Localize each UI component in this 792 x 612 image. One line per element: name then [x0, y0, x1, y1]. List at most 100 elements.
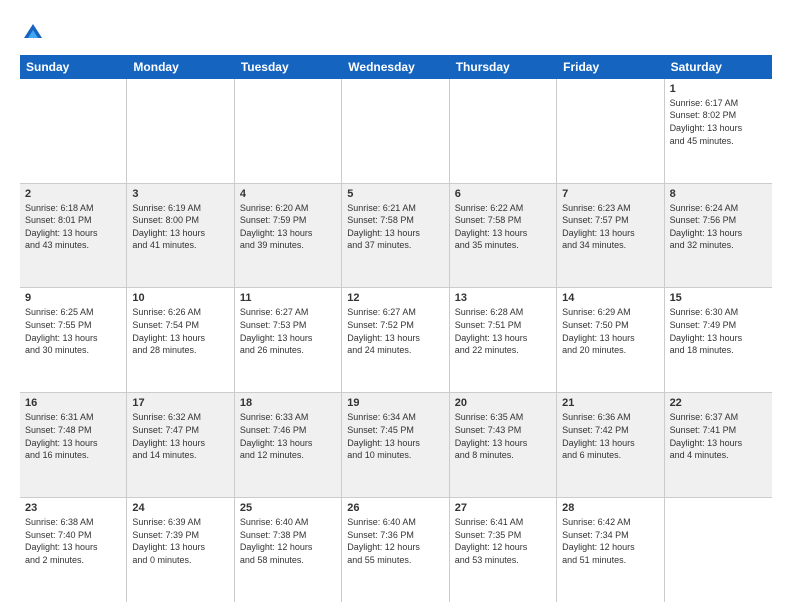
day-number: 22	[670, 397, 767, 409]
day-info: Sunrise: 6:34 AM Sunset: 7:45 PM Dayligh…	[347, 411, 443, 461]
logo	[20, 20, 44, 47]
calendar-cell-9: 9 Sunrise: 6:25 AM Sunset: 7:55 PM Daylig…	[20, 288, 127, 392]
day-info: Sunrise: 6:18 AM Sunset: 8:01 PM Dayligh…	[25, 202, 121, 252]
calendar-cell-22: 22Sunrise: 6:37 AM Sunset: 7:41 PM Dayli…	[665, 393, 772, 497]
weekday-header-friday: Friday	[557, 55, 664, 79]
calendar-row-0: 1Sunrise: 6:17 AM Sunset: 8:02 PM Daylig…	[20, 79, 772, 184]
calendar-cell-empty-0-4	[450, 79, 557, 183]
calendar-cell-empty-4-6	[665, 498, 772, 602]
calendar-cell-28: 28 Sunrise: 6:42 AM Sunset: 7:34 PM Dayli…	[557, 498, 664, 602]
weekday-header-monday: Monday	[127, 55, 234, 79]
day-info: Sunrise: 6:30 AM Sunset: 7:49 PM Dayligh…	[670, 306, 767, 356]
calendar-cell-12: 12 Sunrise: 6:27 AM Sunset: 7:52 PM Dayli…	[342, 288, 449, 392]
calendar-cell-20: 20 Sunrise: 6:35 AM Sunset: 7:43 PM Dayli…	[450, 393, 557, 497]
day-info: Sunrise: 6:32 AM Sunset: 7:47 PM Dayligh…	[132, 411, 228, 461]
day-number: 1	[670, 83, 767, 95]
day-number: 13	[455, 292, 551, 304]
day-info: Sunrise: 6:19 AM Sunset: 8:00 PM Dayligh…	[132, 202, 228, 252]
calendar-cell-18: 18Sunrise: 6:33 AM Sunset: 7:46 PM Dayli…	[235, 393, 342, 497]
day-number: 8	[670, 188, 767, 200]
day-info: Sunrise: 6:28 AM Sunset: 7:51 PM Dayligh…	[455, 306, 551, 356]
day-number: 16	[25, 397, 121, 409]
calendar-cell-17: 17 Sunrise: 6:32 AM Sunset: 7:47 PM Dayli…	[127, 393, 234, 497]
day-info: Sunrise: 6:42 AM Sunset: 7:34 PM Dayligh…	[562, 516, 658, 566]
day-info: Sunrise: 6:21 AM Sunset: 7:58 PM Dayligh…	[347, 202, 443, 252]
calendar-cell-empty-0-2	[235, 79, 342, 183]
calendar-cell-3: 3 Sunrise: 6:19 AM Sunset: 8:00 PM Daylig…	[127, 184, 234, 288]
calendar-cell-7: 7 Sunrise: 6:23 AM Sunset: 7:57 PM Daylig…	[557, 184, 664, 288]
day-info: Sunrise: 6:27 AM Sunset: 7:52 PM Dayligh…	[347, 306, 443, 356]
calendar-cell-15: 15 Sunrise: 6:30 AM Sunset: 7:49 PM Dayli…	[665, 288, 772, 392]
day-number: 28	[562, 502, 658, 514]
day-info: Sunrise: 6:27 AM Sunset: 7:53 PM Dayligh…	[240, 306, 336, 356]
calendar-row-1: 2 Sunrise: 6:18 AM Sunset: 8:01 PM Daylig…	[20, 184, 772, 289]
calendar-cell-11: 11 Sunrise: 6:27 AM Sunset: 7:53 PM Dayli…	[235, 288, 342, 392]
day-number: 9	[25, 292, 121, 304]
calendar-cell-24: 24 Sunrise: 6:39 AM Sunset: 7:39 PM Dayli…	[127, 498, 234, 602]
day-number: 27	[455, 502, 551, 514]
day-info: Sunrise: 6:26 AM Sunset: 7:54 PM Dayligh…	[132, 306, 228, 356]
day-number: 23	[25, 502, 121, 514]
day-info: Sunrise: 6:25 AM Sunset: 7:55 PM Dayligh…	[25, 306, 121, 356]
day-number: 24	[132, 502, 228, 514]
day-number: 12	[347, 292, 443, 304]
day-info: Sunrise: 6:23 AM Sunset: 7:57 PM Dayligh…	[562, 202, 658, 252]
day-number: 25	[240, 502, 336, 514]
calendar-cell-26: 26 Sunrise: 6:40 AM Sunset: 7:36 PM Dayli…	[342, 498, 449, 602]
logo-icon	[22, 20, 44, 42]
day-info: Sunrise: 6:39 AM Sunset: 7:39 PM Dayligh…	[132, 516, 228, 566]
calendar-cell-empty-0-3	[342, 79, 449, 183]
day-number: 15	[670, 292, 767, 304]
calendar-cell-13: 13 Sunrise: 6:28 AM Sunset: 7:51 PM Dayli…	[450, 288, 557, 392]
calendar-cell-10: 10 Sunrise: 6:26 AM Sunset: 7:54 PM Dayli…	[127, 288, 234, 392]
calendar-cell-2: 2 Sunrise: 6:18 AM Sunset: 8:01 PM Daylig…	[20, 184, 127, 288]
day-info: Sunrise: 6:20 AM Sunset: 7:59 PM Dayligh…	[240, 202, 336, 252]
calendar-row-2: 9 Sunrise: 6:25 AM Sunset: 7:55 PM Daylig…	[20, 288, 772, 393]
calendar-cell-27: 27 Sunrise: 6:41 AM Sunset: 7:35 PM Dayli…	[450, 498, 557, 602]
day-number: 14	[562, 292, 658, 304]
day-number: 26	[347, 502, 443, 514]
day-number: 7	[562, 188, 658, 200]
day-info: Sunrise: 6:38 AM Sunset: 7:40 PM Dayligh…	[25, 516, 121, 566]
calendar-cell-empty-0-5	[557, 79, 664, 183]
header	[20, 16, 772, 47]
day-info: Sunrise: 6:35 AM Sunset: 7:43 PM Dayligh…	[455, 411, 551, 461]
calendar-cell-5: 5 Sunrise: 6:21 AM Sunset: 7:58 PM Daylig…	[342, 184, 449, 288]
calendar-body: 1Sunrise: 6:17 AM Sunset: 8:02 PM Daylig…	[20, 79, 772, 602]
day-info: Sunrise: 6:29 AM Sunset: 7:50 PM Dayligh…	[562, 306, 658, 356]
day-number: 20	[455, 397, 551, 409]
day-number: 17	[132, 397, 228, 409]
weekday-header-thursday: Thursday	[450, 55, 557, 79]
page: SundayMondayTuesdayWednesdayThursdayFrid…	[0, 0, 792, 612]
day-info: Sunrise: 6:24 AM Sunset: 7:56 PM Dayligh…	[670, 202, 767, 252]
day-number: 6	[455, 188, 551, 200]
calendar-cell-empty-0-0	[20, 79, 127, 183]
calendar-cell-19: 19 Sunrise: 6:34 AM Sunset: 7:45 PM Dayli…	[342, 393, 449, 497]
day-number: 11	[240, 292, 336, 304]
calendar-cell-4: 4 Sunrise: 6:20 AM Sunset: 7:59 PM Daylig…	[235, 184, 342, 288]
day-number: 5	[347, 188, 443, 200]
calendar-cell-21: 21 Sunrise: 6:36 AM Sunset: 7:42 PM Dayli…	[557, 393, 664, 497]
day-number: 21	[562, 397, 658, 409]
day-info: Sunrise: 6:41 AM Sunset: 7:35 PM Dayligh…	[455, 516, 551, 566]
calendar-cell-8: 8 Sunrise: 6:24 AM Sunset: 7:56 PM Daylig…	[665, 184, 772, 288]
calendar: SundayMondayTuesdayWednesdayThursdayFrid…	[20, 55, 772, 602]
day-number: 4	[240, 188, 336, 200]
day-number: 10	[132, 292, 228, 304]
weekday-header-tuesday: Tuesday	[235, 55, 342, 79]
weekday-header-sunday: Sunday	[20, 55, 127, 79]
day-number: 19	[347, 397, 443, 409]
calendar-row-4: 23 Sunrise: 6:38 AM Sunset: 7:40 PM Dayli…	[20, 498, 772, 602]
day-info: Sunrise: 6:36 AM Sunset: 7:42 PM Dayligh…	[562, 411, 658, 461]
calendar-cell-1: 1Sunrise: 6:17 AM Sunset: 8:02 PM Daylig…	[665, 79, 772, 183]
day-number: 3	[132, 188, 228, 200]
day-info: Sunrise: 6:22 AM Sunset: 7:58 PM Dayligh…	[455, 202, 551, 252]
calendar-cell-14: 14 Sunrise: 6:29 AM Sunset: 7:50 PM Dayli…	[557, 288, 664, 392]
day-info: Sunrise: 6:31 AM Sunset: 7:48 PM Dayligh…	[25, 411, 121, 461]
day-info: Sunrise: 6:40 AM Sunset: 7:36 PM Dayligh…	[347, 516, 443, 566]
calendar-cell-16: 16 Sunrise: 6:31 AM Sunset: 7:48 PM Dayli…	[20, 393, 127, 497]
calendar-row-3: 16 Sunrise: 6:31 AM Sunset: 7:48 PM Dayli…	[20, 393, 772, 498]
calendar-cell-6: 6 Sunrise: 6:22 AM Sunset: 7:58 PM Daylig…	[450, 184, 557, 288]
calendar-cell-25: 25Sunrise: 6:40 AM Sunset: 7:38 PM Dayli…	[235, 498, 342, 602]
day-number: 2	[25, 188, 121, 200]
